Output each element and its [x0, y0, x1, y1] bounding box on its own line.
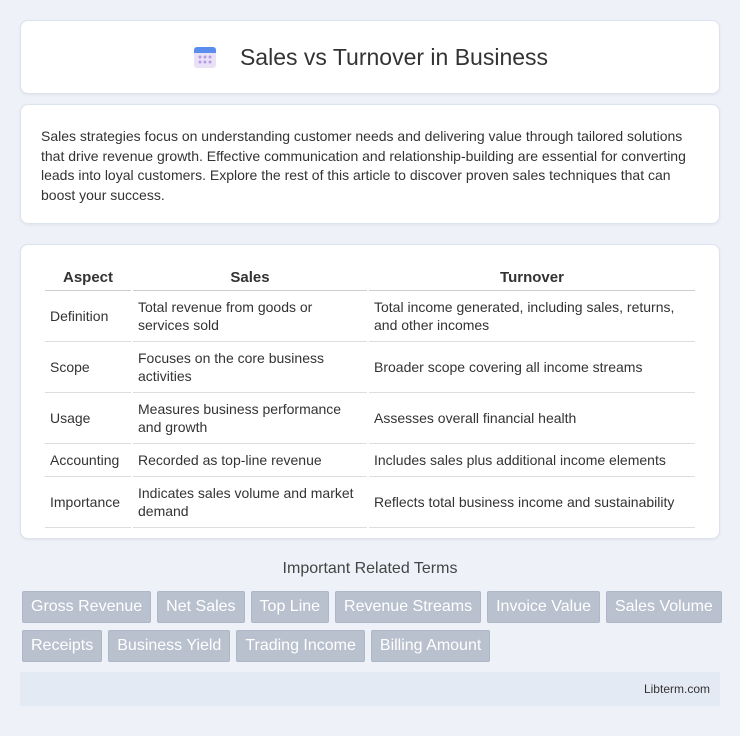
comparison-card: Aspect Sales Turnover Definition Total r…	[20, 244, 720, 539]
table-row: Definition Total revenue from goods or s…	[45, 291, 695, 342]
related-term-tag[interactable]: Receipts	[22, 630, 103, 662]
intro-text: Sales strategies focus on understanding …	[41, 128, 686, 203]
comparison-table: Aspect Sales Turnover Definition Total r…	[43, 267, 697, 528]
table-cell: Total income generated, including sales,…	[369, 291, 695, 342]
related-term-tag[interactable]: Revenue Streams	[335, 591, 482, 623]
column-header-turnover: Turnover	[369, 267, 695, 291]
table-cell: Assesses overall financial health	[369, 393, 695, 444]
intro-card: Sales strategies focus on understanding …	[20, 104, 720, 224]
table-cell: Reflects total business income and susta…	[369, 477, 695, 528]
table-cell: Accounting	[45, 444, 131, 477]
table-row: Usage Measures business performance and …	[45, 393, 695, 444]
title-card: Sales vs Turnover in Business	[20, 20, 720, 94]
related-term-tag[interactable]: Billing Amount	[370, 630, 491, 662]
related-term-tag[interactable]: Top Line	[250, 591, 330, 623]
table-cell: Includes sales plus additional income el…	[369, 444, 695, 477]
related-term-tag[interactable]: Gross Revenue	[22, 591, 152, 623]
table-cell: Total revenue from goods or services sol…	[133, 291, 367, 342]
footer: Libterm.com	[20, 672, 720, 706]
table-cell: Definition	[45, 291, 131, 342]
table-cell: Broader scope covering all income stream…	[369, 342, 695, 393]
related-term-tag[interactable]: Trading Income	[236, 630, 365, 662]
table-cell: Importance	[45, 477, 131, 528]
table-cell: Focuses on the core business activities	[133, 342, 367, 393]
related-terms-title: Important Related Terms	[282, 560, 458, 577]
related-term-tag[interactable]: Sales Volume	[605, 591, 722, 623]
table-row: Accounting Recorded as top-line revenue …	[45, 444, 695, 477]
table-cell: Usage	[45, 393, 131, 444]
column-header-aspect: Aspect	[45, 267, 131, 291]
table-cell: Measures business performance and growth	[133, 393, 367, 444]
table-cell: Recorded as top-line revenue	[133, 444, 367, 477]
calendar-icon	[192, 44, 218, 70]
table-header-row: Aspect Sales Turnover	[45, 267, 695, 291]
related-term-tag[interactable]: Business Yield	[108, 630, 231, 662]
column-header-sales: Sales	[133, 267, 367, 291]
table-row: Scope Focuses on the core business activ…	[45, 342, 695, 393]
table-cell: Indicates sales volume and market demand	[133, 477, 367, 528]
footer-site-link[interactable]: Libterm.com	[644, 682, 710, 696]
table-row: Importance Indicates sales volume and ma…	[45, 477, 695, 528]
page-title: Sales vs Turnover in Business	[239, 43, 549, 70]
related-term-tag[interactable]: Invoice Value	[487, 591, 600, 623]
table-cell: Scope	[45, 342, 131, 393]
related-terms-list: Gross Revenue Net Sales Top Line Revenue…	[22, 591, 722, 662]
related-term-tag[interactable]: Net Sales	[157, 591, 245, 623]
